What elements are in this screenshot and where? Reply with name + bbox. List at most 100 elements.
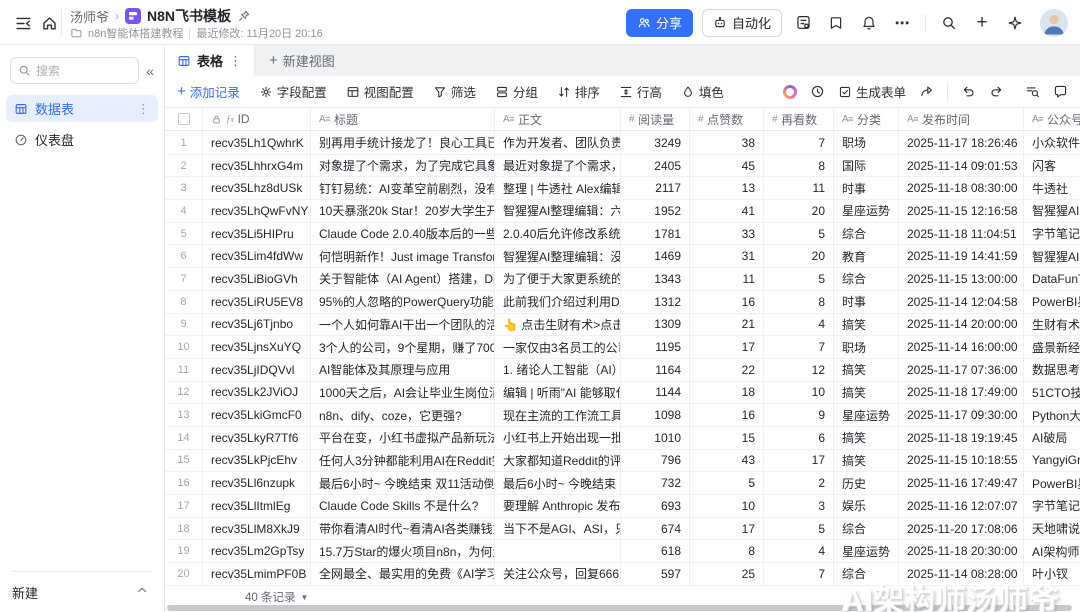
cell-title[interactable]: 钉钉易统：AI变革空前剧烈，没有企...	[311, 177, 495, 199]
add-record-button[interactable]: + 添加记录	[177, 82, 240, 101]
cell-category[interactable]: 搞笑	[834, 359, 899, 381]
comment-button[interactable]	[1053, 84, 1068, 99]
cell-likes[interactable]: 25	[690, 563, 764, 585]
cell-publish-time[interactable]: 2025-11-18 20:30:00	[899, 540, 1024, 562]
cell-id[interactable]: recv35LlItmlEg	[203, 495, 311, 517]
cell-title[interactable]: 一个人如何靠AI干出一个团队的活？...	[311, 314, 495, 336]
cell-publish-time[interactable]: 2025-11-18 19:19:45	[899, 427, 1024, 449]
cell-id[interactable]: recv35LkPjcEhv	[203, 450, 311, 472]
cell-likes[interactable]: 43	[690, 450, 764, 472]
cell-id[interactable]: recv35LkiGmcF0	[203, 404, 311, 426]
cell-publish-time[interactable]: 2025-11-18 08:30:00	[899, 177, 1024, 199]
cell-id[interactable]: recv35LjIDQVvl	[203, 359, 311, 381]
cell-title[interactable]: 3个人的公司，9个星期，赚了700万	[311, 336, 495, 358]
cell-id[interactable]: recv35LiRU5EV8	[203, 291, 311, 313]
add-icon[interactable]: +	[970, 11, 994, 35]
cell-reads[interactable]: 1469	[621, 245, 690, 267]
cell-reads[interactable]: 618	[621, 540, 690, 562]
column-header-reads[interactable]: #阅读量	[621, 108, 690, 130]
row-number[interactable]: 3	[165, 177, 203, 199]
cell-rewatch[interactable]: 5	[764, 268, 834, 290]
cell-category[interactable]: 时事	[834, 291, 899, 313]
file-icon[interactable]	[791, 11, 815, 35]
cell-title[interactable]: 带你看清AI时代~看清AI各类赚钱方...	[311, 518, 495, 540]
cell-id[interactable]: recv35LhQwFvNY	[203, 200, 311, 222]
cell-reads[interactable]: 3249	[621, 132, 690, 154]
cell-body[interactable]: 最近对象提了个需求，...	[495, 155, 621, 177]
cell-rewatch[interactable]: 8	[764, 291, 834, 313]
cell-account[interactable]: 字节笔记本	[1024, 223, 1080, 245]
cell-reads[interactable]: 1309	[621, 314, 690, 336]
cell-body[interactable]: 1. 绪论人工智能（AI）...	[495, 359, 621, 381]
cell-likes[interactable]: 45	[690, 155, 764, 177]
cell-reads[interactable]: 732	[621, 472, 690, 494]
column-header-id[interactable]: ƒxID	[203, 108, 311, 130]
cell-body[interactable]: 现在主流的工作流工具...	[495, 404, 621, 426]
row-height-button[interactable]: 行高	[619, 82, 662, 101]
cell-publish-time[interactable]: 2025-11-18 11:04:51	[899, 223, 1024, 245]
sidebar-toggle-icon[interactable]	[13, 13, 33, 33]
cell-title[interactable]: 何恺明新作！Just image Transfor...	[311, 245, 495, 267]
cell-reads[interactable]: 1952	[621, 200, 690, 222]
cell-id[interactable]: recv35LlM8XkJ9	[203, 518, 311, 540]
column-header-likes[interactable]: #点赞数	[690, 108, 764, 130]
cell-likes[interactable]: 18	[690, 382, 764, 404]
folder-name[interactable]: n8n智能体搭建教程	[88, 25, 183, 41]
cell-body[interactable]	[495, 540, 621, 562]
cell-rewatch[interactable]: 5	[764, 518, 834, 540]
cell-body[interactable]: 关注公众号，回复666...	[495, 563, 621, 585]
row-number[interactable]: 18	[165, 518, 203, 540]
column-header-publish_time[interactable]: A≡发布时间	[899, 108, 1024, 130]
cell-likes[interactable]: 8	[690, 540, 764, 562]
home-icon[interactable]	[39, 13, 59, 33]
row-number[interactable]: 16	[165, 472, 203, 494]
cell-body[interactable]: 智猩猩AI整理编辑：没...	[495, 245, 621, 267]
cell-id[interactable]: recv35Lm2GpTsy	[203, 540, 311, 562]
cell-reads[interactable]: 1343	[621, 268, 690, 290]
row-number[interactable]: 2	[165, 155, 203, 177]
cell-id[interactable]: recv35LjnsXuYQ	[203, 336, 311, 358]
cell-likes[interactable]: 10	[690, 495, 764, 517]
cell-title[interactable]: 10天暴涨20k Star！20岁大学生开...	[311, 200, 495, 222]
cell-title[interactable]: 最后6小时~ 今晚结束 双11活动倒计...	[311, 472, 495, 494]
cell-likes[interactable]: 15	[690, 427, 764, 449]
cell-category[interactable]: 职场	[834, 132, 899, 154]
cell-account[interactable]: 小众软件	[1024, 132, 1080, 154]
cell-rewatch[interactable]: 12	[764, 359, 834, 381]
row-number[interactable]: 11	[165, 359, 203, 381]
cell-rewatch[interactable]: 11	[764, 177, 834, 199]
cell-rewatch[interactable]: 9	[764, 404, 834, 426]
cell-category[interactable]: 搞笑	[834, 427, 899, 449]
cell-title[interactable]: 15.7万Star的爆火项目n8n，为何大...	[311, 540, 495, 562]
cell-rewatch[interactable]: 5	[764, 223, 834, 245]
select-all-checkbox[interactable]	[178, 113, 190, 125]
cell-title[interactable]: 任何人3分钟都能利用AI在Reddit完...	[311, 450, 495, 472]
cell-title[interactable]: AI智能体及其原理与应用	[311, 359, 495, 381]
cell-likes[interactable]: 31	[690, 245, 764, 267]
cell-id[interactable]: recv35LiBioGVh	[203, 268, 311, 290]
column-header-body[interactable]: A≡正文	[495, 108, 621, 130]
cell-body[interactable]: 作为开发者、团队负责...	[495, 132, 621, 154]
new-table-button[interactable]: 新建	[12, 583, 38, 602]
cell-account[interactable]: 天地啸说	[1024, 518, 1080, 540]
more-icon[interactable]: ⋯	[890, 11, 914, 35]
cell-publish-time[interactable]: 2025-11-17 07:36:00	[899, 359, 1024, 381]
cell-rewatch[interactable]: 6	[764, 427, 834, 449]
cell-reads[interactable]: 1312	[621, 291, 690, 313]
row-number[interactable]: 12	[165, 382, 203, 404]
cell-rewatch[interactable]: 4	[764, 540, 834, 562]
cell-title[interactable]: Claude Code Skills 不是什么?	[311, 495, 495, 517]
cell-likes[interactable]: 13	[690, 177, 764, 199]
cell-reads[interactable]: 1144	[621, 382, 690, 404]
cell-reads[interactable]: 1010	[621, 427, 690, 449]
cell-account[interactable]: 字节笔记本	[1024, 495, 1080, 517]
cell-category[interactable]: 综合	[834, 223, 899, 245]
cell-account[interactable]: AI破局	[1024, 427, 1080, 449]
cell-id[interactable]: recv35Lh1QwhrK	[203, 132, 311, 154]
cell-body[interactable]: 智猩猩AI整理编辑：六...	[495, 200, 621, 222]
cell-rewatch[interactable]: 20	[764, 200, 834, 222]
pin-icon[interactable]	[237, 9, 251, 23]
cell-likes[interactable]: 5	[690, 472, 764, 494]
cell-title[interactable]: 对象提了个需求，为了完成它具象...	[311, 155, 495, 177]
sort-button[interactable]: 排序	[557, 82, 600, 101]
